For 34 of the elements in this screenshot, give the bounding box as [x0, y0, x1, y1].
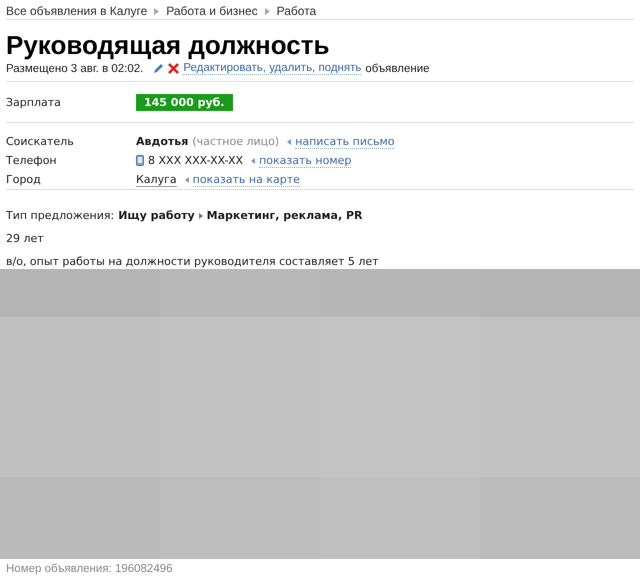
triangle-icon: [198, 212, 203, 218]
triangle-icon: [154, 8, 160, 14]
person-type: (частное лицо): [192, 135, 280, 148]
breadcrumb-link[interactable]: Работа: [276, 4, 316, 18]
action-link[interactable]: написать письмо: [295, 134, 395, 148]
action-link[interactable]: показать на карте: [192, 172, 300, 186]
description-text: 29 лет: [5, 232, 45, 245]
offer-label: Тип предложения:: [6, 209, 114, 222]
field-label: Телефон: [6, 154, 58, 167]
ad-number: Номер объявления: 196082496: [5, 562, 174, 577]
field-label: Соискатель: [6, 135, 75, 148]
field-label: Зарплата: [6, 96, 62, 108]
action-link[interactable]: показать номер: [259, 154, 352, 168]
triangle-icon: [184, 176, 189, 182]
field-label: Город: [6, 173, 42, 186]
breadcrumb-link[interactable]: Все объявления в Калуге: [6, 4, 148, 18]
posted-date: Размещено 3 авг. в 02:02.: [6, 62, 144, 74]
delete-icon[interactable]: [168, 63, 180, 74]
offer-category: Маркетинг, реклама, PR: [206, 209, 363, 222]
description-text: в/о, опыт работы на должности руководителя составляет 5 лет: [5, 255, 380, 268]
phone-icon: [136, 155, 144, 166]
triangle-icon: [251, 158, 256, 164]
offer-type: Ищу работу: [118, 209, 195, 222]
person-name: Авдотья: [136, 135, 188, 148]
breadcrumb-link[interactable]: Работа и бизнес: [166, 4, 258, 18]
edit-link[interactable]: Редактировать, удалить, поднять: [183, 62, 362, 75]
triangle-icon: [264, 8, 270, 14]
pencil-icon[interactable]: [153, 63, 164, 74]
edit-suffix: объявление: [365, 62, 430, 74]
ad-title: Руководящая должность: [6, 30, 330, 60]
phone-number: 8 XXX XXX-XX-XX: [148, 154, 244, 167]
city-link[interactable]: Калуга: [136, 172, 177, 186]
triangle-icon: [287, 138, 292, 144]
salary-badge: 145 000 руб.: [136, 94, 232, 110]
